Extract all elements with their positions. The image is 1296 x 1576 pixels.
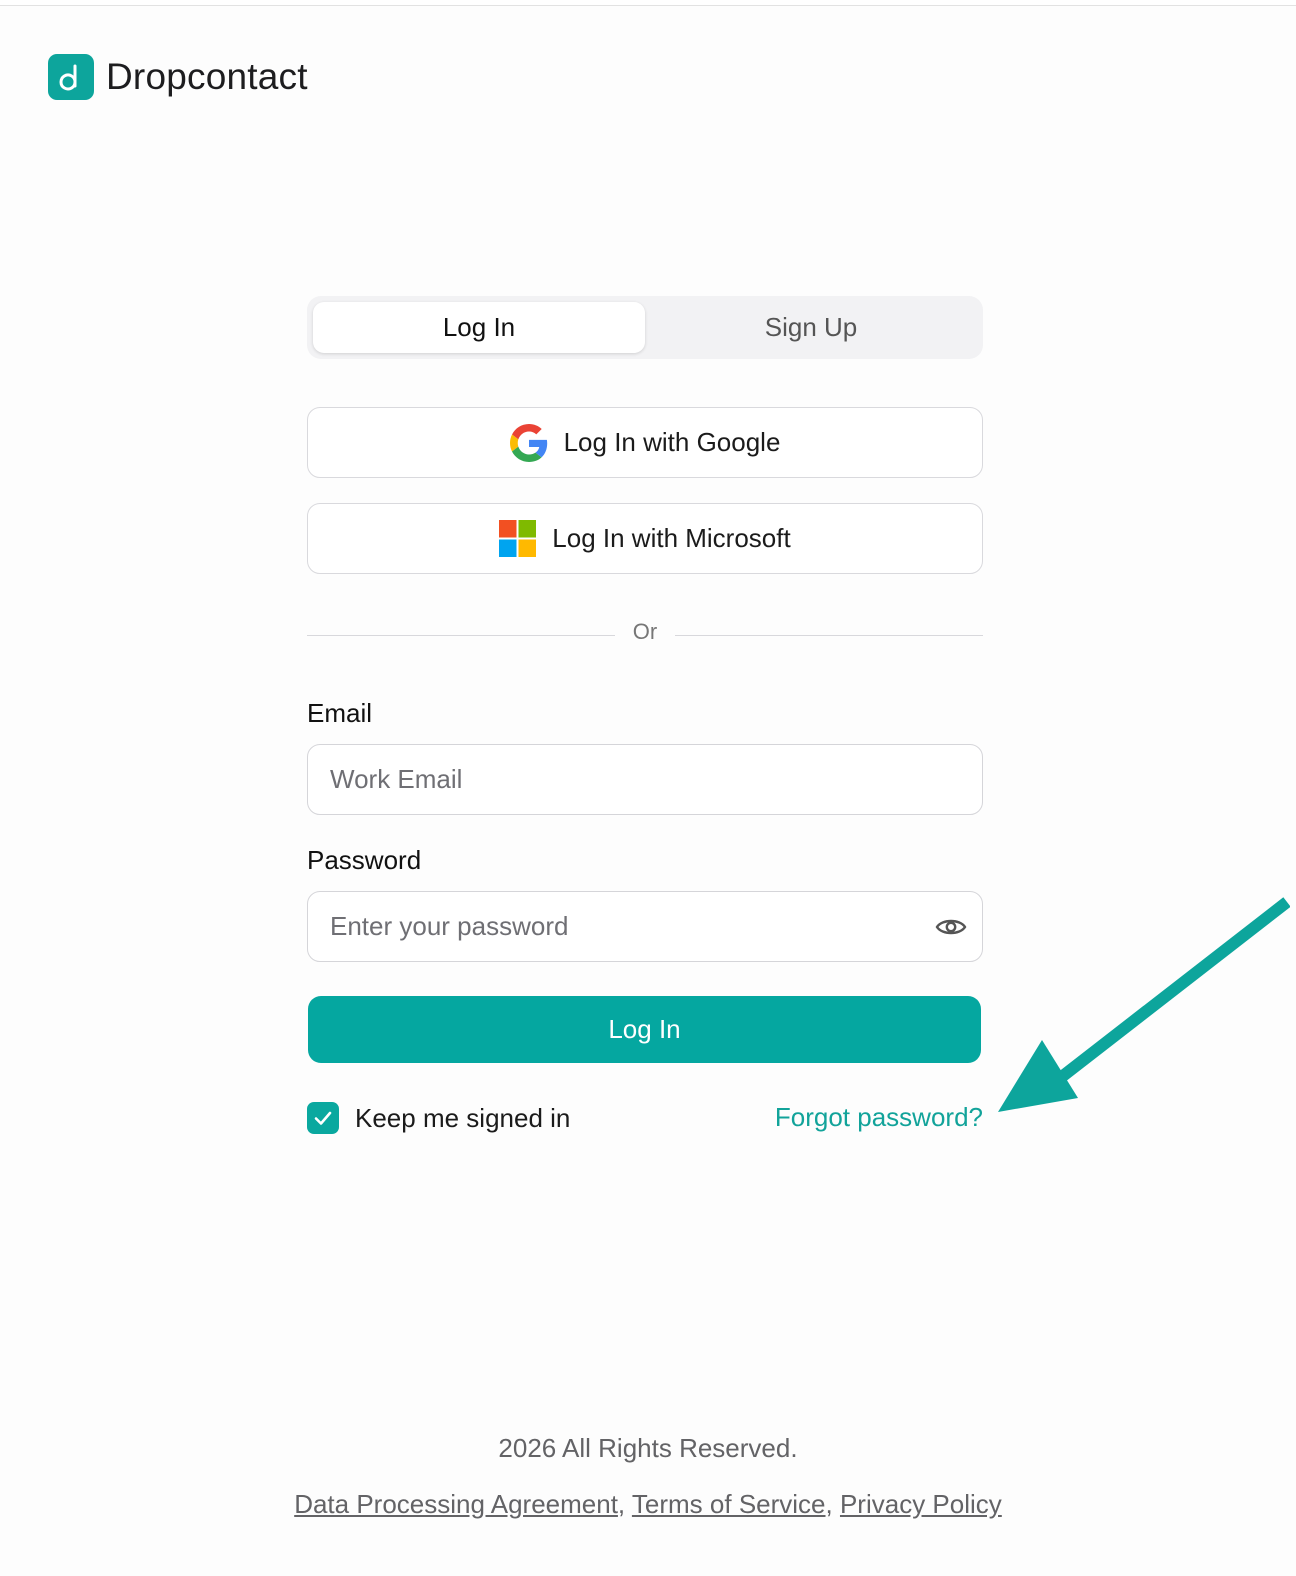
login-button[interactable]: Log In [308,996,981,1063]
password-input[interactable] [330,892,910,961]
tab-sign-up[interactable]: Sign Up [645,302,977,353]
brand-name: Dropcontact [106,56,308,97]
footer-link-dpa[interactable]: Data Processing Agreement [294,1489,618,1519]
footer-link-privacy[interactable]: Privacy Policy [840,1489,1002,1519]
footer-links: Data Processing Agreement, Terms of Serv… [294,1489,1002,1519]
arrow-annotation [998,897,1290,1112]
top-border [0,0,1296,6]
brand-logo[interactable]: Dropcontact [48,54,308,100]
footer-link-terms[interactable]: Terms of Service [632,1489,826,1519]
google-login-label: Log In with Google [563,427,781,457]
keep-signed-in-label: Keep me signed in [355,1102,571,1133]
password-label: Password [307,845,422,875]
divider-line-left [307,635,615,636]
dropcontact-logo-icon [48,54,94,100]
auth-tabs: Log In Sign Up [307,296,983,359]
divider-line-right [675,635,983,636]
microsoft-login-button[interactable]: Log In with Microsoft [307,503,983,574]
password-field-wrapper [307,891,983,962]
eye-icon[interactable] [934,910,968,944]
footer-copyright: 2026 All Rights Reserved. [498,1433,798,1463]
microsoft-login-label: Log In with Microsoft [552,523,791,553]
email-input[interactable] [330,745,910,814]
google-login-button[interactable]: Log In with Google [307,407,983,478]
microsoft-icon [499,520,537,557]
tab-log-in[interactable]: Log In [313,302,645,353]
keep-signed-in-checkbox[interactable]: Keep me signed in [307,1102,570,1134]
email-label: Email [307,698,373,728]
forgot-password-link[interactable]: Forgot password? [775,1102,983,1133]
google-icon [509,423,548,462]
or-text: Or [632,619,658,644]
email-field-wrapper [307,744,983,815]
or-divider: Or [307,619,983,649]
checkmark-icon[interactable] [307,1102,339,1134]
